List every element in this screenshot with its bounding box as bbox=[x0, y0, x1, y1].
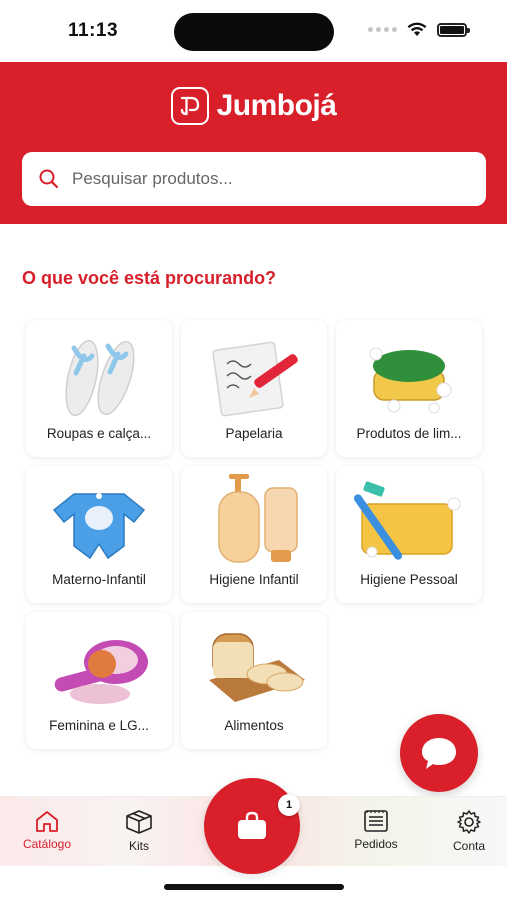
nav-kits-label: Kits bbox=[128, 839, 149, 853]
dynamic-island bbox=[174, 13, 334, 51]
nav-orders[interactable]: Pedidos bbox=[341, 809, 411, 851]
nav-kits[interactable]: Kits bbox=[104, 809, 174, 853]
status-bar: 11:13 bbox=[0, 0, 507, 62]
app-header: Jumbojá bbox=[0, 62, 507, 224]
category-label: Produtos de lim... bbox=[356, 426, 462, 441]
battery-icon bbox=[437, 22, 470, 37]
search-bar[interactable] bbox=[22, 152, 486, 206]
makeup-compact-icon bbox=[54, 640, 148, 704]
receipt-icon bbox=[364, 810, 388, 832]
home-indicator bbox=[164, 884, 344, 890]
lotion-bottles-icon bbox=[218, 474, 298, 563]
nav-catalog[interactable]: Catálogo bbox=[12, 809, 82, 851]
home-icon bbox=[36, 811, 58, 832]
search-icon bbox=[39, 169, 59, 189]
category-label: Alimentos bbox=[224, 718, 284, 733]
chat-button[interactable] bbox=[400, 714, 478, 792]
category-card-limpeza[interactable]: Produtos de lim... bbox=[336, 320, 482, 457]
nav-orders-label: Pedidos bbox=[354, 837, 398, 851]
signal-icon bbox=[368, 27, 397, 32]
category-card-materno[interactable]: Materno-Infantil bbox=[26, 466, 172, 603]
app-screen: 11:13 Jumbojá Pesquisar produtos... O qu… bbox=[0, 0, 507, 900]
chat-bubble-icon bbox=[422, 738, 456, 769]
baby-clothes-icon bbox=[52, 493, 146, 560]
wifi-icon bbox=[407, 22, 427, 36]
category-label: Higiene Infantil bbox=[209, 572, 299, 587]
category-card-papelaria[interactable]: Papelaria bbox=[181, 320, 327, 457]
nav-account-label: Conta bbox=[452, 839, 486, 853]
nav-catalog-label: Catálogo bbox=[22, 837, 72, 851]
brand-name: Jumbojá bbox=[216, 89, 337, 122]
category-label: Roupas e calça... bbox=[46, 426, 152, 441]
category-label: Feminina e LG... bbox=[49, 718, 149, 733]
nav-account[interactable]: Conta bbox=[434, 809, 504, 853]
logo-icon bbox=[170, 87, 209, 125]
gear-icon bbox=[457, 810, 481, 834]
cleaning-sponge-icon bbox=[369, 347, 452, 414]
category-label: Materno-Infantil bbox=[52, 572, 146, 587]
box-icon bbox=[126, 810, 152, 834]
paper-pencil-icon bbox=[212, 341, 298, 417]
shopping-bag-icon bbox=[238, 811, 266, 839]
cart-count-badge: 1 bbox=[278, 794, 300, 816]
category-card-alimentos[interactable]: Alimentos bbox=[181, 612, 327, 749]
cart-button[interactable] bbox=[204, 778, 300, 874]
search-input[interactable] bbox=[72, 169, 452, 189]
flip-flops-icon bbox=[65, 339, 135, 417]
brand-logo: Jumbojá bbox=[0, 87, 507, 125]
category-label: Higiene Pessoal bbox=[360, 572, 458, 587]
section-title: O que você está procurando? bbox=[22, 268, 277, 288]
bread-icon bbox=[209, 633, 305, 702]
category-label: Papelaria bbox=[225, 426, 283, 441]
category-card-roupas[interactable]: Roupas e calça... bbox=[26, 320, 172, 457]
status-time: 11:13 bbox=[68, 20, 119, 41]
status-icons bbox=[368, 22, 470, 37]
category-card-higiene-infantil[interactable]: Higiene Infantil bbox=[181, 466, 327, 603]
razor-soap-icon bbox=[354, 481, 461, 560]
category-card-feminina[interactable]: Feminina e LG... bbox=[26, 612, 172, 749]
category-card-higiene-pessoal[interactable]: Higiene Pessoal bbox=[336, 466, 482, 603]
